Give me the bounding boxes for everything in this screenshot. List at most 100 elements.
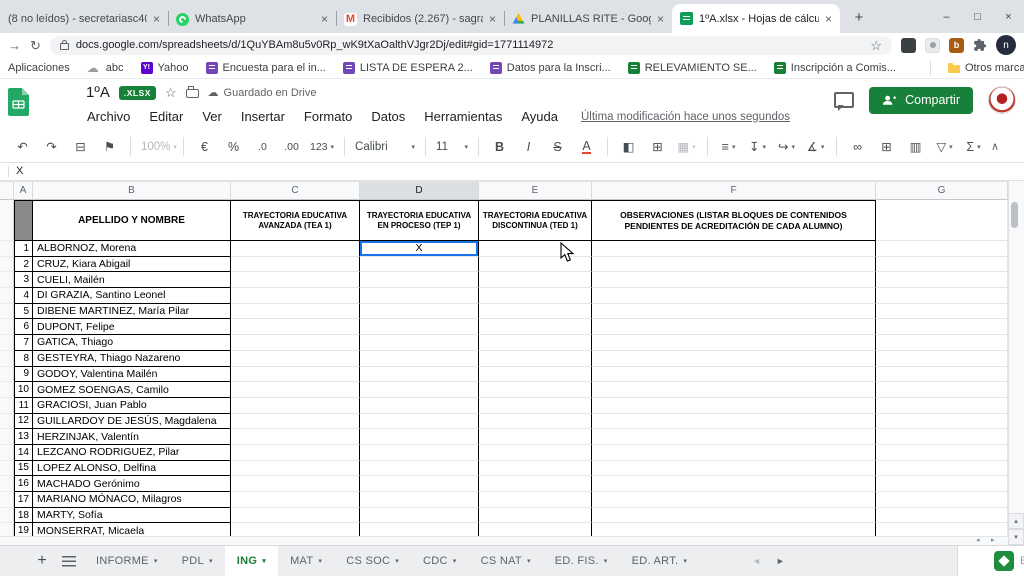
row-number-cell[interactable]: 6 <box>14 319 33 335</box>
sheet-tab-mat[interactable]: MAT▾ <box>278 546 334 576</box>
menu-editar[interactable]: Editar <box>149 109 183 124</box>
obs-cell[interactable] <box>592 241 876 257</box>
move-to-folder-icon[interactable] <box>186 89 199 98</box>
paint-format-icon[interactable]: ⚑ <box>96 135 123 159</box>
obs-cell[interactable] <box>592 523 876 536</box>
name-cell[interactable]: GATICA, Thiago <box>33 335 231 351</box>
ted-cell[interactable] <box>479 241 592 257</box>
add-sheet-button[interactable]: + <box>28 546 56 576</box>
name-cell[interactable]: CRUZ, Kiara Abigail <box>33 257 231 273</box>
empty-cell[interactable] <box>876 288 1008 304</box>
ted-cell[interactable] <box>479 429 592 445</box>
tep-cell[interactable] <box>360 414 479 430</box>
url-input[interactable]: docs.google.com/spreadsheets/d/1QuYBAm8u… <box>50 36 892 55</box>
ted-cell[interactable] <box>479 508 592 524</box>
tea-cell[interactable] <box>231 398 360 414</box>
empty-cell[interactable] <box>876 304 1008 320</box>
name-cell[interactable]: GRACIOSI, Juan Pablo <box>33 398 231 414</box>
sheet-tab-menu-icon[interactable]: ▾ <box>318 557 322 565</box>
tep-cell[interactable] <box>360 398 479 414</box>
sheet-tab-menu-icon[interactable]: ▾ <box>527 557 531 565</box>
sheet-tab-menu-icon[interactable]: ▾ <box>209 557 213 565</box>
tep-cell[interactable] <box>360 382 479 398</box>
explore-icon[interactable] <box>994 551 1014 571</box>
column-header-b[interactable]: B <box>33 181 231 200</box>
sheet-tab-informe[interactable]: INFORME▾ <box>84 546 170 576</box>
vertical-align-icon[interactable]: ↧▾ <box>744 135 771 159</box>
extension-icon-1[interactable] <box>901 38 916 53</box>
zoom-select[interactable]: 100%▾ <box>138 135 176 159</box>
row-number-cell[interactable]: 5 <box>14 304 33 320</box>
tep-cell[interactable] <box>360 508 479 524</box>
last-modified-link[interactable]: Última modificación hace unos segundos <box>581 111 790 123</box>
empty-cell[interactable] <box>876 445 1008 461</box>
row-number-cell[interactable]: 16 <box>14 476 33 492</box>
menu-insertar[interactable]: Insertar <box>241 109 285 124</box>
obs-cell[interactable] <box>592 335 876 351</box>
name-cell[interactable]: LOPEZ ALONSO, Delfina <box>33 461 231 477</box>
name-cell[interactable]: DUPONT, Felipe <box>33 319 231 335</box>
tep-cell[interactable] <box>360 445 479 461</box>
sheet-tab-ing[interactable]: ING▾ <box>225 546 278 576</box>
empty-cell[interactable] <box>876 335 1008 351</box>
header-cell-ted[interactable]: TRAYECTORIA EDUCATIVA DISCONTINUA (TED 1… <box>479 200 592 241</box>
tep-cell[interactable] <box>360 461 479 477</box>
tea-cell[interactable] <box>231 382 360 398</box>
tea-cell[interactable] <box>231 523 360 536</box>
number-format-button[interactable]: 123▾ <box>307 135 337 159</box>
row-number-cell[interactable]: 2 <box>14 257 33 273</box>
row-number-cell[interactable]: 18 <box>14 508 33 524</box>
obs-cell[interactable] <box>592 257 876 273</box>
column-header-e[interactable]: E <box>479 181 592 200</box>
ted-cell[interactable] <box>479 461 592 477</box>
bookmark-item[interactable]: Datos para la Inscri... <box>490 62 611 74</box>
row-number-cell[interactable]: 13 <box>14 429 33 445</box>
obs-cell[interactable] <box>592 445 876 461</box>
obs-cell[interactable] <box>592 429 876 445</box>
functions-icon[interactable]: Σ▾ <box>960 135 987 159</box>
comment-history-icon[interactable] <box>834 92 854 108</box>
name-cell[interactable]: GESTEYRA, Thiago Nazareno <box>33 351 231 367</box>
menu-formato[interactable]: Formato <box>304 109 352 124</box>
header-cell-a[interactable] <box>14 200 33 241</box>
new-tab-button[interactable]: + <box>846 4 872 30</box>
tea-cell[interactable] <box>231 351 360 367</box>
sheet-tab-menu-icon[interactable]: ▾ <box>262 557 266 565</box>
empty-cell[interactable] <box>876 382 1008 398</box>
print-icon[interactable]: ⊟ <box>67 135 94 159</box>
row-number-cell[interactable]: 1 <box>14 241 33 257</box>
empty-cell[interactable] <box>876 508 1008 524</box>
ted-cell[interactable] <box>479 257 592 273</box>
bookmark-item[interactable]: Encuesta para el in... <box>206 62 326 74</box>
tep-cell[interactable] <box>360 492 479 508</box>
sheet-tab-menu-icon[interactable]: ▾ <box>604 557 608 565</box>
tep-cell[interactable] <box>360 367 479 383</box>
tea-cell[interactable] <box>231 445 360 461</box>
font-size-select[interactable]: 11▾ <box>433 135 471 159</box>
italic-icon[interactable]: I <box>515 135 542 159</box>
share-button[interactable]: Compartir <box>869 87 973 114</box>
header-cell-apellido[interactable]: APELLIDO Y NOMBRE <box>33 200 231 241</box>
empty-cell[interactable] <box>876 414 1008 430</box>
tab-close-icon[interactable]: × <box>825 12 832 26</box>
browser-tab[interactable]: MRecibidos (2.267) - sagradoes× <box>336 5 504 33</box>
increase-decimal-icon[interactable]: .00 <box>278 135 305 159</box>
row-number-cell[interactable]: 3 <box>14 272 33 288</box>
obs-cell[interactable] <box>592 492 876 508</box>
ted-cell[interactable] <box>479 367 592 383</box>
tep-cell[interactable] <box>360 429 479 445</box>
name-cell[interactable]: LEZCANO RODRIGUEZ, Pilar <box>33 445 231 461</box>
empty-cell[interactable] <box>876 429 1008 445</box>
sheet-tab-menu-icon[interactable]: ▾ <box>395 557 399 565</box>
bookmark-item[interactable]: RELEVAMIENTO SE... <box>628 62 757 74</box>
obs-cell[interactable] <box>592 272 876 288</box>
tea-cell[interactable] <box>231 257 360 273</box>
strikethrough-icon[interactable]: S <box>544 135 571 159</box>
tep-cell[interactable] <box>360 351 479 367</box>
browser-tab[interactable]: PLANILLAS RITE - Google Driv× <box>504 5 672 33</box>
vertical-scrollbar-thumb[interactable] <box>1011 202 1018 228</box>
filter-icon[interactable]: ▽▾ <box>931 135 958 159</box>
tea-cell[interactable] <box>231 304 360 320</box>
insert-link-icon[interactable]: ∞ <box>844 135 871 159</box>
sheet-tab-ed-fis-[interactable]: ED. FIS.▾ <box>543 546 620 576</box>
